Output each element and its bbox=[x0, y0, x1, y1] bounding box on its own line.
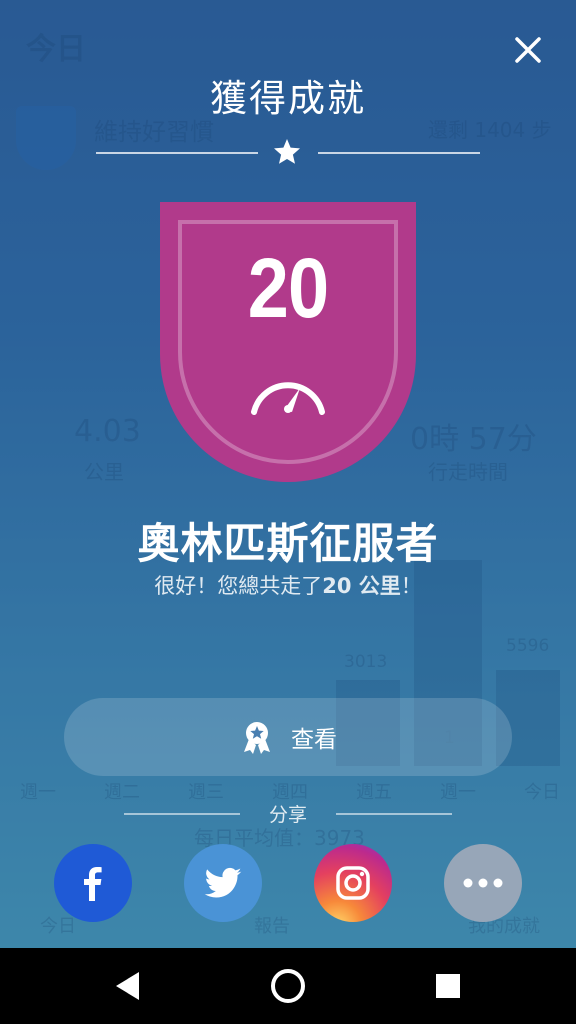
home-icon bbox=[271, 969, 305, 1003]
description-prefix: 很好！您總共走了 bbox=[154, 574, 323, 598]
android-nav-bar bbox=[0, 948, 576, 1024]
share-facebook-button[interactable] bbox=[54, 844, 132, 922]
twitter-icon bbox=[204, 867, 242, 898]
nav-recents-button[interactable] bbox=[424, 962, 472, 1010]
nav-back-button[interactable] bbox=[104, 962, 152, 1010]
heading-divider-left bbox=[96, 152, 258, 154]
share-twitter-button[interactable] bbox=[184, 844, 262, 922]
dialog-heading: 獲得成就 bbox=[210, 77, 366, 120]
close-icon bbox=[515, 37, 541, 63]
achievement-title: 奧林匹斯征服者 bbox=[137, 519, 439, 568]
heading-divider-right bbox=[318, 152, 480, 154]
share-instagram-button[interactable] bbox=[314, 844, 392, 922]
more-icon bbox=[463, 878, 503, 888]
achievement-description: 很好！您總共走了20 公里！ bbox=[0, 570, 576, 600]
nav-home-button[interactable] bbox=[264, 962, 312, 1010]
description-value: 20 公里 bbox=[322, 574, 401, 598]
view-button-label: 查看 bbox=[291, 727, 337, 753]
share-label: 分享 bbox=[268, 804, 307, 826]
description-suffix: ！ bbox=[400, 574, 422, 598]
star-icon bbox=[274, 139, 300, 164]
badge-number: 20 bbox=[247, 241, 329, 335]
share-divider-right bbox=[336, 813, 452, 815]
back-icon bbox=[116, 972, 139, 1000]
achievement-screen: 今日 維持好習慣 還剩 1404 步 4.03 公里 0時 57分 行走時間 3… bbox=[0, 0, 576, 948]
view-button[interactable]: 查看 bbox=[64, 698, 512, 776]
facebook-icon bbox=[84, 867, 102, 901]
award-ribbon-icon bbox=[244, 722, 270, 754]
share-more-button[interactable] bbox=[444, 844, 522, 922]
recents-icon bbox=[436, 974, 460, 998]
instagram-icon bbox=[336, 866, 370, 900]
